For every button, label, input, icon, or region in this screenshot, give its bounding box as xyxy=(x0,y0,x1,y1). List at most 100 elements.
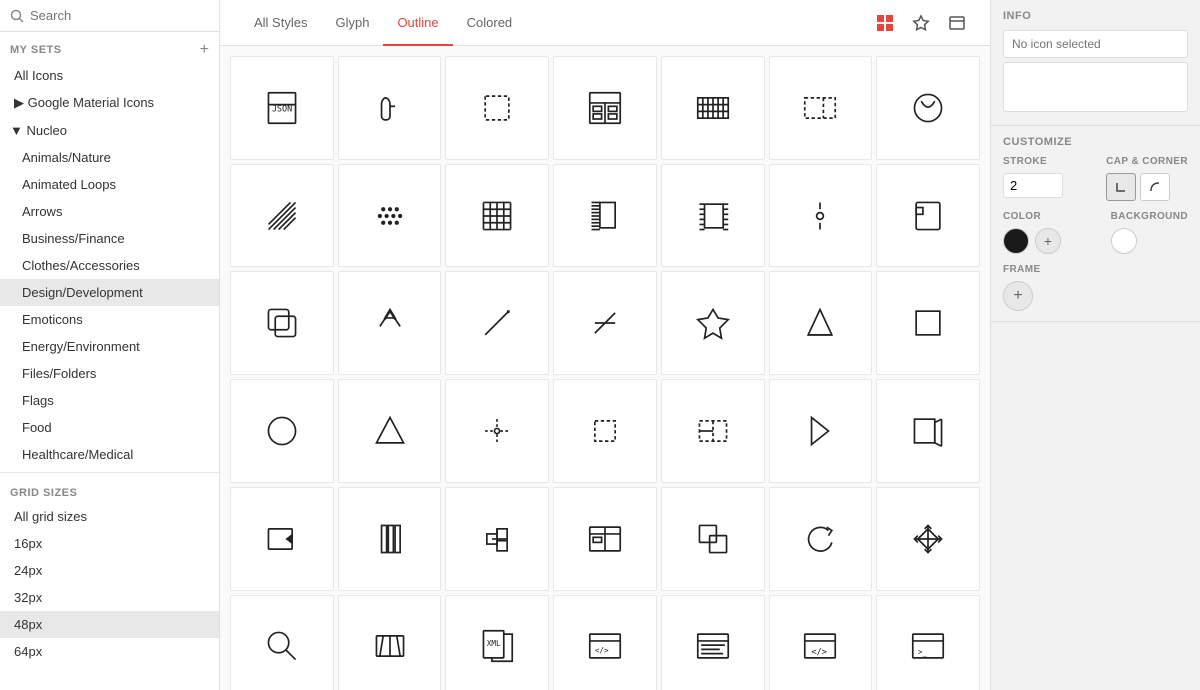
my-sets-header: MY SETS + xyxy=(0,32,219,62)
sidebar-item-32px[interactable]: 32px xyxy=(0,584,219,611)
icon-cell[interactable] xyxy=(769,379,873,483)
icon-cell[interactable]: </> xyxy=(553,595,657,690)
icon-cell[interactable] xyxy=(876,271,980,375)
icon-cell[interactable] xyxy=(338,487,442,591)
icon-cell[interactable]: </> xyxy=(769,595,873,690)
sidebar-item-energy[interactable]: Energy/Environment xyxy=(0,333,219,360)
icon-cell[interactable] xyxy=(230,595,334,690)
frame-add-button[interactable]: + xyxy=(1003,281,1033,311)
sidebar-item-emoticons[interactable]: Emoticons xyxy=(0,306,219,333)
background-swatch-white[interactable] xyxy=(1111,228,1137,254)
icon-cell[interactable] xyxy=(661,56,765,160)
icon-cell[interactable] xyxy=(553,271,657,375)
icon-cell[interactable] xyxy=(445,487,549,591)
icon-cell[interactable] xyxy=(445,56,549,160)
svg-text:</>: </> xyxy=(595,646,609,655)
icon-cell[interactable] xyxy=(230,379,334,483)
sidebar-item-all-icons[interactable]: All Icons xyxy=(0,62,219,89)
icon-cell[interactable] xyxy=(769,56,873,160)
icon-cell[interactable] xyxy=(553,379,657,483)
icon-cell[interactable] xyxy=(338,595,442,690)
stroke-col: STROKE 2 xyxy=(1003,156,1063,198)
svg-text:>_: >_ xyxy=(918,648,928,657)
icon-cell[interactable] xyxy=(769,271,873,375)
icon-cell[interactable] xyxy=(445,271,549,375)
my-sets-label: MY SETS xyxy=(10,44,62,56)
icon-cell[interactable] xyxy=(338,56,442,160)
sidebar-item-64px[interactable]: 64px xyxy=(0,638,219,665)
icon-cell[interactable] xyxy=(661,595,765,690)
sidebar-item-animated[interactable]: Animated Loops xyxy=(0,171,219,198)
icon-cell[interactable]: >_ xyxy=(876,595,980,690)
tab-outline[interactable]: Outline xyxy=(383,1,452,46)
sidebar-item-business[interactable]: Business/Finance xyxy=(0,225,219,252)
icon-cell[interactable] xyxy=(338,271,442,375)
icon-cell[interactable] xyxy=(661,487,765,591)
icon-cell[interactable] xyxy=(338,164,442,268)
stroke-input[interactable]: 2 xyxy=(1003,173,1063,198)
tab-colored[interactable]: Colored xyxy=(453,1,527,46)
star-icon xyxy=(912,14,930,32)
sidebar-item-food[interactable]: Food xyxy=(0,414,219,441)
icon-cell[interactable] xyxy=(769,487,873,591)
color-add-button[interactable]: + xyxy=(1035,228,1061,254)
cap-corner-label: CAP & CORNER xyxy=(1106,156,1188,167)
sidebar-item-flags[interactable]: Flags xyxy=(0,387,219,414)
sidebar-item-animals[interactable]: Animals/Nature xyxy=(0,144,219,171)
search-input[interactable] xyxy=(30,8,209,23)
icon-name-input[interactable] xyxy=(1003,30,1188,58)
icon-cell[interactable] xyxy=(876,164,980,268)
sidebar-item-24px[interactable]: 24px xyxy=(0,557,219,584)
sidebar-item-16px[interactable]: 16px xyxy=(0,530,219,557)
window-button[interactable] xyxy=(944,10,970,36)
icon-cell[interactable] xyxy=(230,164,334,268)
grid-view-button[interactable] xyxy=(872,10,898,36)
add-set-button[interactable]: + xyxy=(200,42,209,58)
top-navigation: All Styles Glyph Outline Colored xyxy=(220,0,990,46)
color-row: COLOR + BACKGROUND xyxy=(1003,211,1188,254)
sidebar-item-design[interactable]: Design/Development xyxy=(0,279,219,306)
icon-cell[interactable] xyxy=(661,271,765,375)
tab-all-styles[interactable]: All Styles xyxy=(240,1,321,46)
sidebar-item-google[interactable]: ▶ Google Material Icons xyxy=(0,89,219,117)
customize-label: CUSTOMIZE xyxy=(1003,136,1188,148)
sidebar-item-clothes[interactable]: Clothes/Accessories xyxy=(0,252,219,279)
sidebar-item-48px[interactable]: 48px xyxy=(0,611,219,638)
icon-cell[interactable] xyxy=(553,164,657,268)
color-swatch-black[interactable] xyxy=(1003,228,1029,254)
color-label: COLOR xyxy=(1003,211,1061,222)
sidebar-item-files[interactable]: Files/Folders xyxy=(0,360,219,387)
window-icon xyxy=(948,14,966,32)
tab-glyph[interactable]: Glyph xyxy=(321,1,383,46)
info-section: INFO xyxy=(991,0,1200,126)
icon-cell[interactable] xyxy=(338,379,442,483)
sidebar-item-nucleo[interactable]: ▼ Nucleo xyxy=(0,117,219,144)
icon-cell[interactable] xyxy=(553,487,657,591)
icon-cell[interactable] xyxy=(876,56,980,160)
cap-square-button[interactable] xyxy=(1106,173,1136,201)
grid-icon xyxy=(876,14,894,32)
search-container xyxy=(0,0,219,32)
icon-cell[interactable]: XML xyxy=(445,595,549,690)
sidebar-item-healthcare[interactable]: Healthcare/Medical xyxy=(0,441,219,468)
icon-cell[interactable] xyxy=(445,379,549,483)
icon-cell[interactable] xyxy=(876,379,980,483)
style-tabs: All Styles Glyph Outline Colored xyxy=(240,1,526,45)
background-swatches xyxy=(1111,228,1188,254)
icon-cell[interactable] xyxy=(769,164,873,268)
sidebar-item-all-sizes[interactable]: All grid sizes xyxy=(0,503,219,530)
icon-cell[interactable] xyxy=(230,487,334,591)
sidebar-item-arrows[interactable]: Arrows xyxy=(0,198,219,225)
icon-cell[interactable] xyxy=(445,164,549,268)
icon-cell[interactable] xyxy=(876,487,980,591)
background-col: BACKGROUND xyxy=(1111,211,1188,254)
icon-cell[interactable] xyxy=(553,56,657,160)
cap-corner-col: CAP & CORNER xyxy=(1106,156,1188,201)
icon-cell[interactable] xyxy=(661,379,765,483)
cap-round-button[interactable] xyxy=(1140,173,1170,201)
icon-cell[interactable] xyxy=(661,164,765,268)
favorites-button[interactable] xyxy=(908,10,934,36)
grid-sizes-header: GRID SIZES xyxy=(0,477,219,503)
icon-cell[interactable]: JSON xyxy=(230,56,334,160)
icon-cell[interactable] xyxy=(230,271,334,375)
